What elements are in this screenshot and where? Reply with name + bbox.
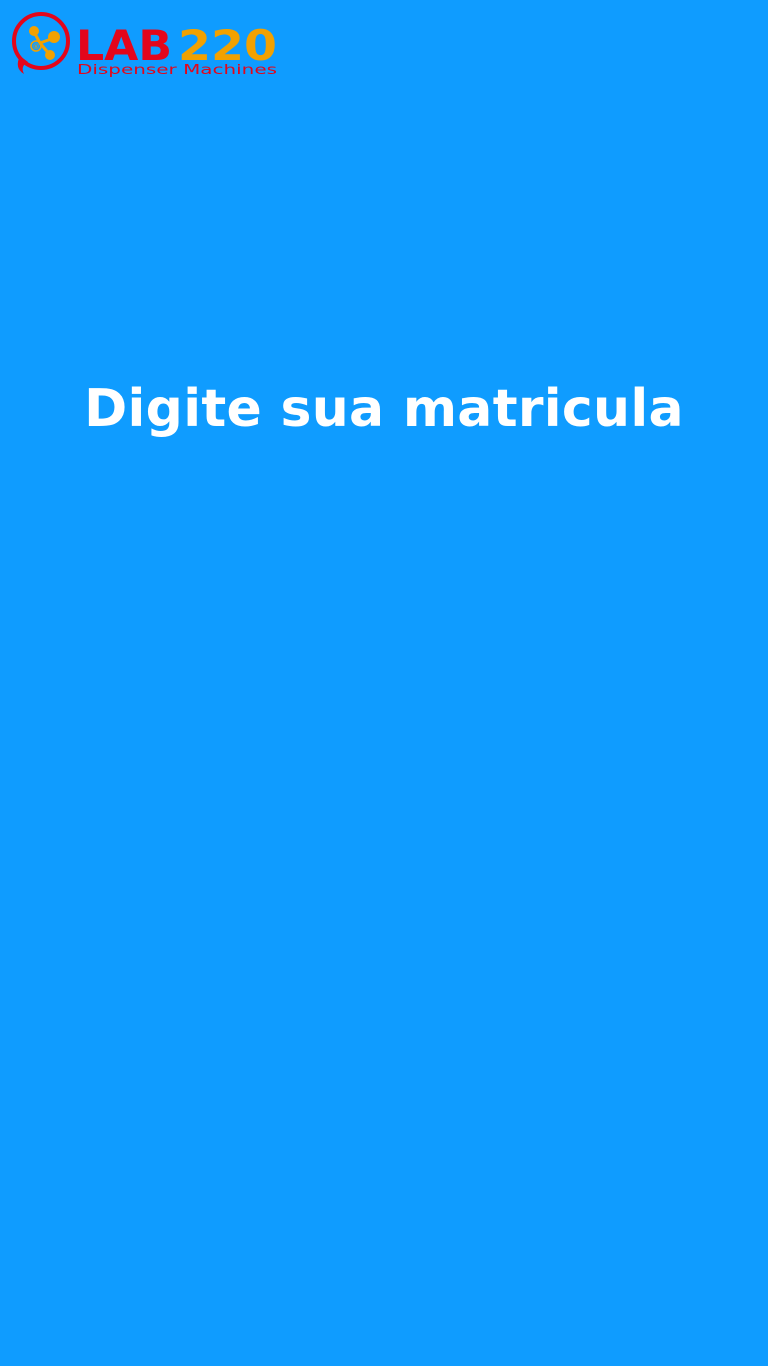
molecule-icon <box>12 12 70 74</box>
brand-logo: ® LAB 220 Dispenser Machines <box>10 10 280 80</box>
registered-mark: ® <box>33 43 40 51</box>
logo-tagline: Dispenser Machines <box>77 63 277 78</box>
enter-registration-prompt: Digite sua matricula <box>84 379 684 439</box>
